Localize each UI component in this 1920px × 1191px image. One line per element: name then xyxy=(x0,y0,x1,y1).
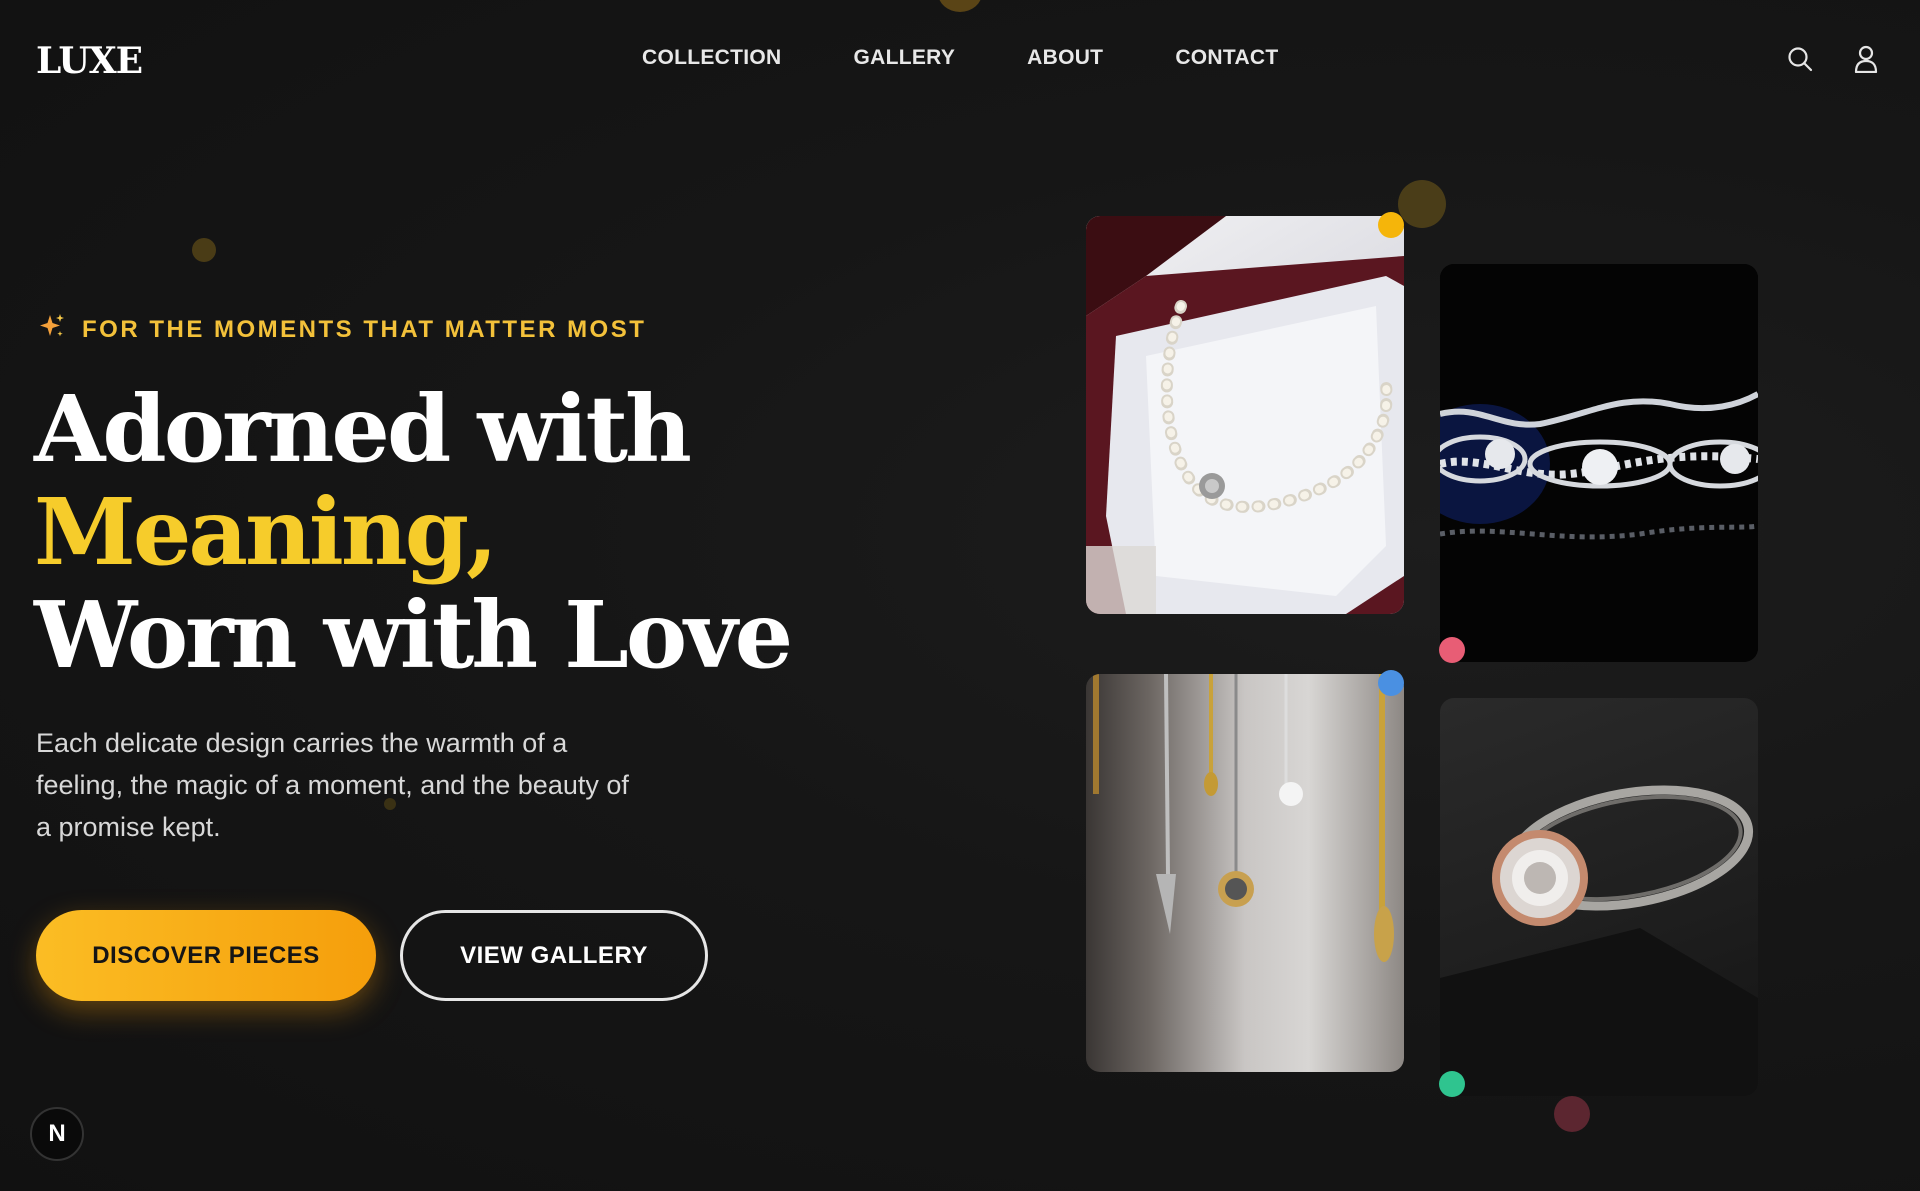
decorative-dot xyxy=(192,238,216,262)
hero-subtext: Each delicate design carries the warmth … xyxy=(36,728,629,842)
decorative-dot xyxy=(938,0,982,12)
sparkles-icon xyxy=(38,312,66,347)
view-gallery-button[interactable]: VIEW GALLERY xyxy=(400,910,708,1001)
decorative-dot xyxy=(1378,670,1404,696)
headline-line-3: Worn with Love xyxy=(34,581,793,689)
nav-item-about[interactable]: ABOUT xyxy=(1027,46,1103,70)
page: LUXE COLLECTION GALLERY ABOUT CONTACT FO… xyxy=(0,0,1920,1191)
hero-tagline: FOR THE MOMENTS THAT MATTER MOST xyxy=(38,312,646,347)
hero-headline: Adorned with Meaning, Worn with Love xyxy=(34,375,793,689)
tagline-text: FOR THE MOMENTS THAT MATTER MOST xyxy=(82,315,647,343)
brand-logo[interactable]: LUXE xyxy=(36,40,143,82)
nav-item-contact[interactable]: CONTACT xyxy=(1175,46,1278,70)
nav-item-collection[interactable]: COLLECTION xyxy=(642,46,782,70)
decorative-dot xyxy=(1398,180,1446,228)
hanging-pendants-image[interactable] xyxy=(1086,674,1404,1072)
decorative-dot xyxy=(1554,1096,1590,1132)
rose-gold-ring-image[interactable] xyxy=(1440,698,1758,1096)
diamond-bracelet-image[interactable] xyxy=(1440,264,1758,662)
main-nav: COLLECTION GALLERY ABOUT CONTACT xyxy=(642,46,1279,70)
decorative-dot xyxy=(1439,637,1465,663)
header-actions xyxy=(1786,44,1880,74)
dev-tools-badge[interactable]: N xyxy=(30,1107,84,1161)
headline-accent: Meaning, xyxy=(34,478,498,586)
nav-item-gallery[interactable]: GALLERY xyxy=(854,46,956,70)
user-icon[interactable] xyxy=(1852,44,1880,74)
pearl-necklace-image[interactable] xyxy=(1086,216,1404,614)
decorative-dot xyxy=(1378,212,1404,238)
search-icon[interactable] xyxy=(1786,44,1814,74)
headline-line-1: Adorned with xyxy=(34,375,692,483)
discover-pieces-button[interactable]: DISCOVER PIECES xyxy=(36,910,376,1001)
decorative-dot xyxy=(1439,1071,1465,1097)
